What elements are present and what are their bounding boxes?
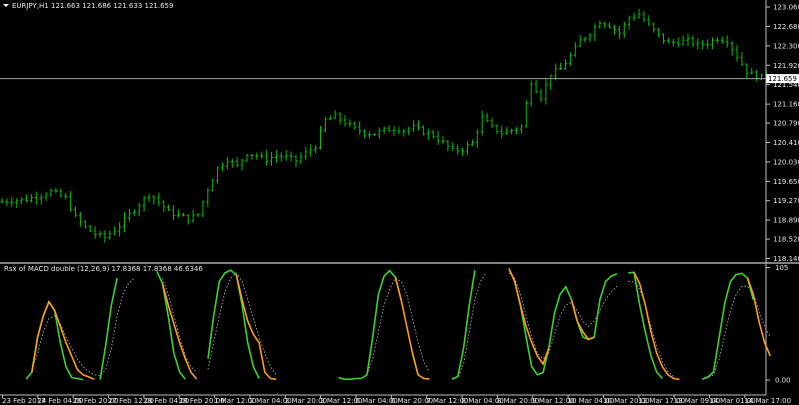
time-axis[interactable]: 23 Feb 201724 Feb 04:0026 Feb 20:0027 Fe… (2, 395, 791, 405)
signal-dotted-line (31, 272, 771, 380)
price-tick-label: 118.520 (773, 236, 799, 244)
rsx-orange-line (31, 268, 772, 381)
rsx-green-line (25, 268, 755, 381)
svg-text:121.659: 121.659 (768, 75, 797, 83)
price-tick-label: 119.650 (773, 178, 799, 186)
price-chart-area[interactable] (0, 0, 768, 262)
price-tick-label: 123.060 (773, 4, 799, 12)
symbol-info: EURJPY,H1 121.663 121.686 121.633 121.65… (12, 2, 173, 10)
price-tick-label: 118.140 (773, 255, 799, 263)
time-tick-label: 14 Mar 17:00 (744, 397, 791, 405)
indicator-axis: 105 0.00 (766, 264, 791, 385)
indicator-tick-label: 105 (775, 264, 788, 272)
price-tick-label: 121.920 (773, 62, 799, 70)
price-tick-label: 122.680 (773, 23, 799, 31)
price-tick-label: 120.790 (773, 120, 799, 128)
chart-window[interactable]: EURJPY,H1 121.663 121.686 121.633 121.65… (0, 0, 799, 405)
price-tick-label: 120.410 (773, 139, 799, 147)
price-tick-label: 121.160 (773, 101, 799, 109)
indicator-label: Rsx of MACD double (12,26,9) 17.8368 17.… (4, 265, 203, 273)
indicator-tick-label: 0.00 (775, 377, 791, 385)
current-price-tag: 121.659 (766, 74, 799, 84)
indicator-area[interactable]: Rsx of MACD double (12,26,9) 17.8368 17.… (4, 264, 791, 385)
price-tick-label: 118.890 (773, 217, 799, 225)
chart-canvas[interactable]: EURJPY,H1 121.663 121.686 121.633 121.65… (0, 0, 799, 405)
price-axis[interactable]: 123.060122.680122.300121.920121.540121.1… (766, 4, 799, 264)
price-tick-label: 119.270 (773, 197, 799, 205)
price-tick-label: 122.300 (773, 42, 799, 50)
price-tick-label: 120.030 (773, 158, 799, 166)
